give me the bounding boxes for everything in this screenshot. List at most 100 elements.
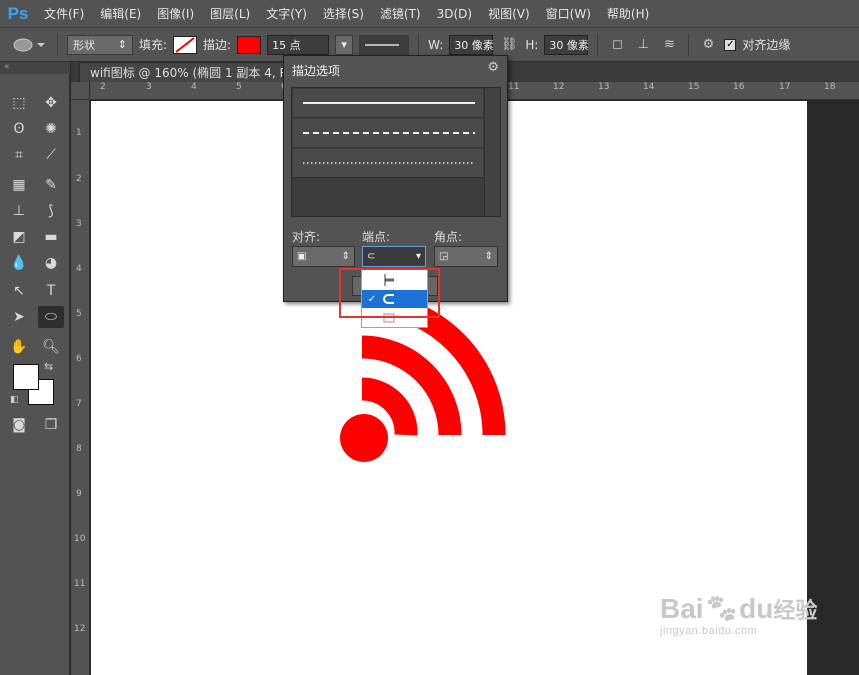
menu-window[interactable]: 窗口(W) <box>538 0 599 28</box>
brush-tool-icon[interactable]: ✎ <box>38 174 64 196</box>
default-colors-icon[interactable]: ◧ <box>10 395 19 405</box>
menu-image[interactable]: 图像(I) <box>149 0 202 28</box>
dodge-tool-icon[interactable]: ◕ <box>38 252 64 274</box>
history-brush-tool-icon[interactable]: ⟆ <box>38 200 64 222</box>
ruler-left-tick: 2 <box>76 174 82 184</box>
lasso-tool-icon[interactable]: ʘ <box>6 118 32 140</box>
ruler-top-tick: 13 <box>598 82 610 92</box>
solid-line-icon <box>303 102 475 104</box>
ruler-top-tick: 4 <box>191 82 197 92</box>
menu-select[interactable]: 选择(S) <box>315 0 372 28</box>
menu-filter[interactable]: 滤镜(T) <box>372 0 429 28</box>
ruler-top-tick: 17 <box>779 82 791 92</box>
dashed-line-icon <box>303 132 475 134</box>
dotted-line-icon <box>303 162 475 164</box>
swap-colors-icon[interactable]: ⇆ <box>44 360 53 373</box>
ellipse-tool-preset-icon[interactable] <box>8 35 48 55</box>
align-dropdown[interactable]: ▣ ⇕ <box>292 246 355 267</box>
hand-tool-icon[interactable]: ✋ <box>6 336 32 358</box>
watermark-url: jingyan.baidu.com <box>660 625 758 637</box>
clone-stamp-tool-icon[interactable]: ⊥ <box>6 200 32 222</box>
gradient-tool-icon[interactable]: ▬ <box>38 226 64 248</box>
ruler-left-tick: 3 <box>76 219 82 229</box>
panel-title: 描边选项 <box>292 64 341 78</box>
ruler-left-tick: 8 <box>76 444 82 454</box>
quick-mask-icon[interactable]: ◙ <box>6 414 32 436</box>
ruler-top-tick: 14 <box>643 82 655 92</box>
menu-edit[interactable]: 编辑(E) <box>92 0 149 28</box>
divider <box>57 33 58 56</box>
ruler-left-tick: 4 <box>76 264 82 274</box>
path-alignment-icon[interactable]: ⊥ <box>633 35 653 55</box>
move-tool-icon[interactable]: ✥ <box>38 92 64 114</box>
line-style-list <box>291 87 501 217</box>
menu-type[interactable]: 文字(Y) <box>258 0 315 28</box>
magic-wand-tool-icon[interactable]: ✺ <box>38 118 64 140</box>
ruler-left-tick: 12 <box>74 624 86 634</box>
blur-tool-icon[interactable]: 💧 <box>6 252 32 274</box>
stroke-swatch[interactable] <box>237 35 262 54</box>
stroke-width-dropdown[interactable]: ▾ <box>335 34 354 55</box>
menu-file[interactable]: 文件(F) <box>36 0 92 28</box>
gear-icon[interactable]: ⚙ <box>698 35 718 55</box>
menu-view[interactable]: 视图(V) <box>480 0 538 28</box>
caps-dropdown[interactable]: ⊂ ▾ <box>362 246 426 267</box>
ruler-top-tick: 5 <box>236 82 242 92</box>
healing-brush-tool-icon[interactable]: ▦ <box>6 174 32 196</box>
baidu-watermark: Bai🐾︎du经验 jingyan.baidu.com <box>660 593 817 638</box>
height-label: H: <box>525 37 539 52</box>
width-input[interactable]: 30 像素 <box>449 34 494 55</box>
link-icon[interactable]: ⛓ <box>499 35 519 55</box>
menu-3d[interactable]: 3D(D) <box>429 0 480 28</box>
menu-help[interactable]: 帮助(H) <box>599 0 657 28</box>
fill-swatch[interactable] <box>173 35 198 54</box>
watermark-brand: Bai <box>660 593 704 624</box>
ruler-left-tick: 9 <box>76 489 82 499</box>
width-label: W: <box>428 37 444 52</box>
screen-mode-icon[interactable]: ❐ <box>38 414 64 436</box>
stroke-width-input[interactable]: 15 点 <box>267 34 330 55</box>
ruler-left-tick: 5 <box>76 309 82 319</box>
eraser-tool-icon[interactable]: ◩ <box>6 226 32 248</box>
ruler-top-tick: 2 <box>100 82 106 92</box>
corners-dropdown[interactable]: ◲ ⇕ <box>434 246 498 267</box>
stroke-options-panel: 描边选项 ⚙ 对齐: 端点: 角点: ▣ ⇕ ⊂ ▾ ◲ ⇕ <box>283 55 508 302</box>
crop-tool-icon[interactable]: ⌗ <box>6 144 32 166</box>
wifi-dot <box>340 414 388 462</box>
watermark-paw-text: du <box>739 593 774 624</box>
fill-label: 填充: <box>139 38 168 52</box>
align-label: 对齐: <box>292 230 321 244</box>
eyedropper-tool-icon[interactable]: ⟋ <box>38 144 64 166</box>
path-arrangement-icon[interactable]: ≋ <box>659 35 679 55</box>
gear-icon[interactable]: ⚙ <box>487 60 499 75</box>
ruler-top-tick: 12 <box>553 82 565 92</box>
shape-mode-value: 形状 <box>73 38 95 52</box>
chevron-down-icon: ▾ <box>341 38 347 51</box>
ellipse-tool-icon[interactable]: ⬭ <box>38 306 64 328</box>
line-style-dotted[interactable] <box>293 149 483 178</box>
type-tool-icon[interactable]: T <box>38 280 64 302</box>
photoshop-logo: Ps <box>7 3 29 23</box>
zoom-tool-icon[interactable]: 🔍︎ <box>38 336 64 358</box>
marquee-tool-icon[interactable]: ⬚ <box>6 92 32 114</box>
updown-icon: ⇕ <box>117 38 127 51</box>
ruler-corner <box>71 82 90 100</box>
toolbox-collapse-icon[interactable]: « <box>0 62 70 74</box>
align-edges-checkbox[interactable]: ✓ <box>724 38 737 51</box>
shape-mode-select[interactable]: 形状 ⇕ <box>67 34 133 55</box>
foreground-color-swatch[interactable] <box>13 364 39 390</box>
divider <box>597 33 599 56</box>
menu-layer[interactable]: 图层(L) <box>202 0 258 28</box>
height-input[interactable]: 30 像素 <box>544 34 589 55</box>
path-selection-tool-icon[interactable]: ➤ <box>6 306 32 328</box>
path-operations-icon[interactable]: ◻ <box>607 35 627 55</box>
corners-label: 角点: <box>434 230 463 244</box>
line-style-solid[interactable] <box>293 89 483 118</box>
stroke-type-select[interactable] <box>359 34 410 55</box>
document-tab[interactable]: wifi图标 @ 160% (椭圆 1 副本 4, RGB <box>79 62 317 82</box>
align-inside-icon: ▣ <box>297 251 307 262</box>
pen-tool-icon[interactable]: ↖ <box>6 280 32 302</box>
line-style-dashed[interactable] <box>293 119 483 148</box>
line-list-scrollbar[interactable] <box>484 88 500 216</box>
menu-bar: Ps 文件(F) 编辑(E) 图像(I) 图层(L) 文字(Y) 选择(S) 滤… <box>0 0 859 28</box>
